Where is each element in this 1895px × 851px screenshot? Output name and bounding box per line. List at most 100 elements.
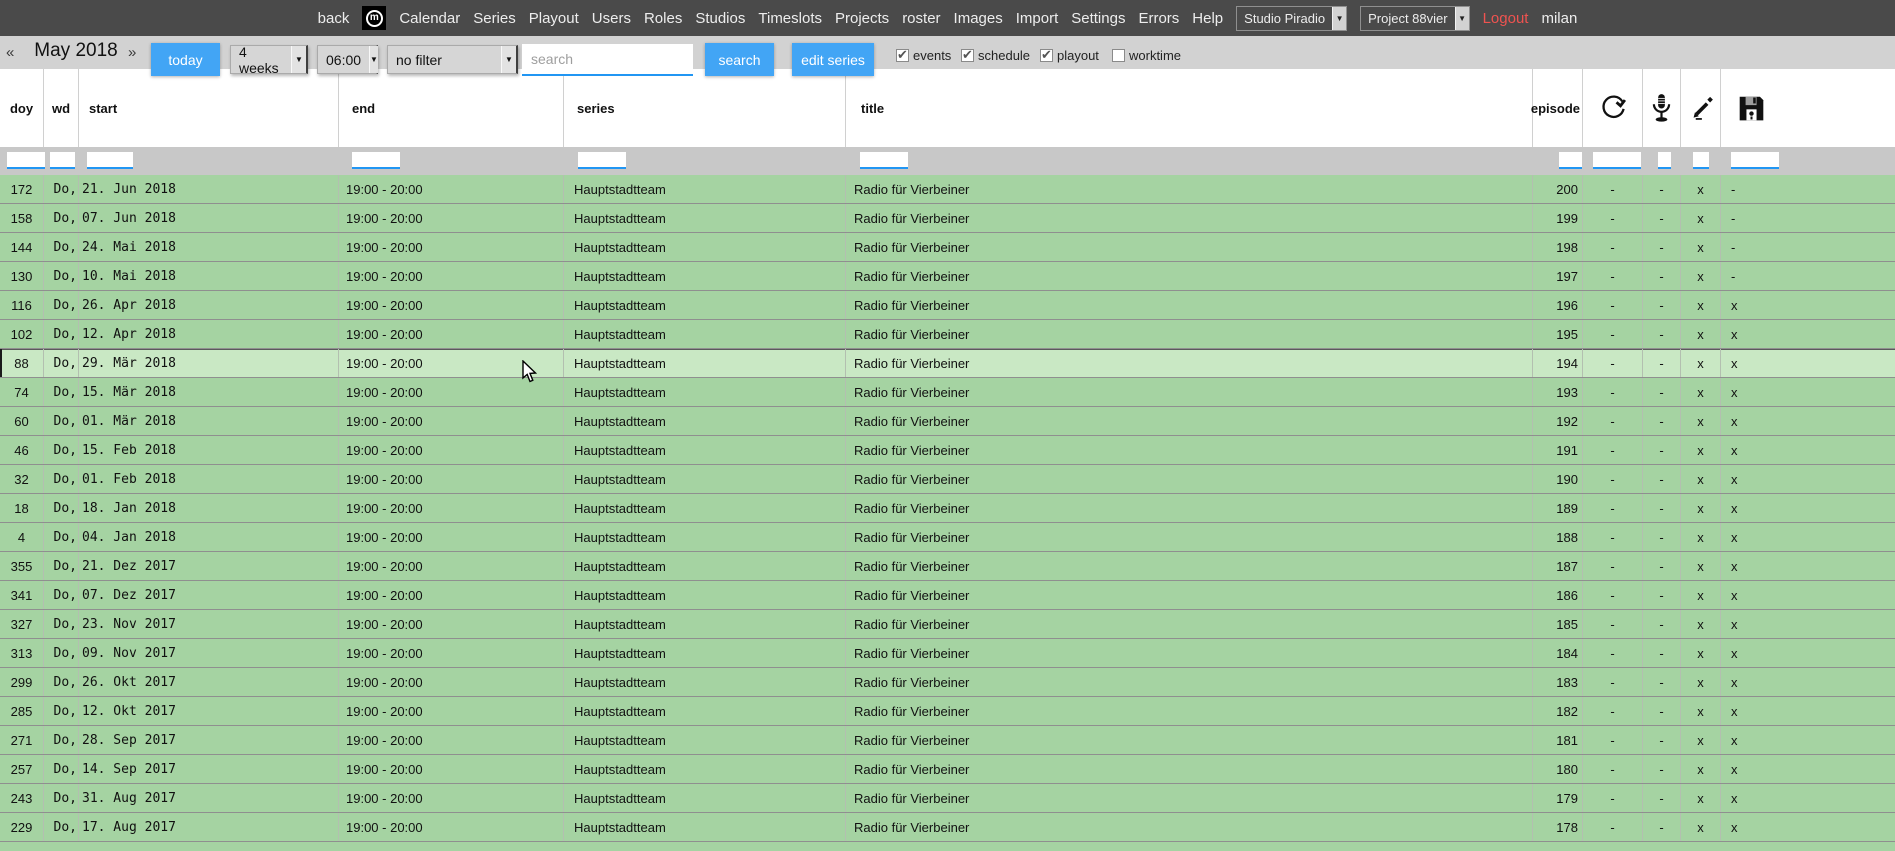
column-header-title[interactable]: title — [845, 69, 1532, 147]
row-title: Radio für Vierbeiner — [845, 668, 1532, 696]
table-row[interactable]: 32 Do, 01. Feb 2018 19:00 - 20:00 Haupts… — [0, 465, 1895, 494]
previous-month-button[interactable]: « — [6, 44, 14, 61]
nav-item-settings[interactable]: Settings — [1071, 10, 1125, 27]
worktime-checkbox[interactable]: worktime — [1112, 48, 1181, 63]
project-select[interactable]: Project 88vier ▼ — [1360, 6, 1469, 31]
row-weekday: Do, — [43, 291, 78, 319]
row-saved-flag: x — [1720, 465, 1895, 493]
schedule-checkbox[interactable]: schedule — [961, 48, 1030, 63]
nav-item-timeslots[interactable]: Timeslots — [758, 10, 822, 27]
table-row[interactable]: 116 Do, 26. Apr 2018 19:00 - 20:00 Haupt… — [0, 291, 1895, 320]
pencil-icon[interactable] — [1680, 69, 1720, 147]
row-episode: 178 — [1532, 813, 1582, 841]
nav-item-images[interactable]: Images — [954, 10, 1003, 27]
checkbox-box[interactable] — [1112, 49, 1125, 62]
filter-series-input[interactable] — [578, 152, 626, 169]
filter-doy-input[interactable] — [7, 152, 45, 169]
table-row[interactable]: 229 Do, 17. Aug 2017 19:00 - 20:00 Haupt… — [0, 813, 1895, 842]
table-row[interactable]: 4 Do, 04. Jan 2018 19:00 - 20:00 Hauptst… — [0, 523, 1895, 552]
checkbox-box[interactable] — [961, 49, 974, 62]
checkbox-box[interactable] — [896, 49, 909, 62]
table-row[interactable]: 46 Do, 15. Feb 2018 19:00 - 20:00 Haupts… — [0, 436, 1895, 465]
column-header-end[interactable]: end — [338, 69, 563, 147]
nav-item-errors[interactable]: Errors — [1138, 10, 1179, 27]
next-month-button[interactable]: » — [128, 44, 136, 61]
search-button[interactable]: search — [705, 43, 774, 76]
filter-episode-input[interactable] — [1559, 152, 1582, 169]
search-input[interactable] — [522, 44, 693, 76]
checkbox-box[interactable] — [1040, 49, 1053, 62]
filter-start-input[interactable] — [87, 152, 133, 169]
filter-select[interactable]: no filter ▼ — [387, 45, 518, 74]
row-recording-flag: - — [1642, 494, 1680, 522]
column-header-series[interactable]: series — [563, 69, 845, 147]
table-row[interactable]: 60 Do, 01. Mär 2018 19:00 - 20:00 Haupts… — [0, 407, 1895, 436]
table-row[interactable]: 102 Do, 12. Apr 2018 19:00 - 20:00 Haupt… — [0, 320, 1895, 349]
table-row[interactable]: 271 Do, 28. Sep 2017 19:00 - 20:00 Haupt… — [0, 726, 1895, 755]
table-row[interactable]: 172 Do, 21. Jun 2018 19:00 - 20:00 Haupt… — [0, 175, 1895, 204]
row-repeat-flag: - — [1582, 668, 1642, 696]
column-header-episode[interactable]: episode — [1532, 69, 1582, 147]
table-row[interactable]: 243 Do, 31. Aug 2017 19:00 - 20:00 Haupt… — [0, 784, 1895, 813]
chevron-down-icon: ▼ — [1455, 7, 1469, 30]
nav-item-import[interactable]: Import — [1016, 10, 1059, 27]
filter-wd-input[interactable] — [50, 152, 75, 169]
table-row[interactable]: 299 Do, 26. Okt 2017 19:00 - 20:00 Haupt… — [0, 668, 1895, 697]
filter-recording-input[interactable] — [1658, 152, 1671, 169]
table-row[interactable]: 144 Do, 24. Mai 2018 19:00 - 20:00 Haupt… — [0, 233, 1895, 262]
nav-item-roster[interactable]: roster — [902, 10, 940, 27]
filter-saved-input[interactable] — [1731, 152, 1779, 169]
column-header-start[interactable]: start — [78, 69, 338, 147]
row-saved-flag: - — [1720, 233, 1895, 261]
nav-item-users[interactable]: Users — [592, 10, 631, 27]
nav-item-projects[interactable]: Projects — [835, 10, 889, 27]
today-button[interactable]: today — [151, 43, 220, 76]
filter-title-input[interactable] — [860, 152, 908, 169]
edit-series-button[interactable]: edit series — [792, 43, 874, 76]
nav-item-roles[interactable]: Roles — [644, 10, 682, 27]
table-row[interactable]: 285 Do, 12. Okt 2017 19:00 - 20:00 Haupt… — [0, 697, 1895, 726]
row-doy: 32 — [0, 465, 43, 493]
nav-item-help[interactable]: Help — [1192, 10, 1223, 27]
nav-back-link[interactable]: back — [318, 10, 350, 27]
filter-end-input[interactable] — [352, 152, 400, 169]
table-row[interactable]: 355 Do, 21. Dez 2017 19:00 - 20:00 Haupt… — [0, 552, 1895, 581]
microphone-icon[interactable] — [1642, 69, 1680, 147]
nav-item-playout[interactable]: Playout — [529, 10, 579, 27]
playout-checkbox[interactable]: playout — [1040, 48, 1099, 63]
row-start-date: 24. Mai 2018 — [78, 233, 338, 261]
table-row[interactable]: 158 Do, 07. Jun 2018 19:00 - 20:00 Haupt… — [0, 204, 1895, 233]
table-row[interactable]: 130 Do, 10. Mai 2018 19:00 - 20:00 Haupt… — [0, 262, 1895, 291]
logout-link[interactable]: Logout — [1483, 10, 1529, 27]
range-select[interactable]: 4 weeks ▼ — [230, 45, 308, 74]
table-row[interactable]: 313 Do, 09. Nov 2017 19:00 - 20:00 Haupt… — [0, 639, 1895, 668]
row-time-range: 19:00 - 20:00 — [338, 581, 563, 609]
column-header-doy[interactable]: doy — [0, 69, 43, 147]
save-disk-icon[interactable] — [1720, 69, 1895, 147]
app-logo-icon[interactable]: m — [362, 6, 386, 30]
partial-table-row[interactable] — [0, 842, 1895, 851]
events-checkbox[interactable]: events — [896, 48, 951, 63]
repeat-icon[interactable] — [1582, 69, 1642, 147]
nav-item-series[interactable]: Series — [473, 10, 516, 27]
start-time-select[interactable]: 06:00 ▼ — [317, 45, 378, 74]
table-row[interactable]: 18 Do, 18. Jan 2018 19:00 - 20:00 Haupts… — [0, 494, 1895, 523]
row-recording-flag: - — [1642, 813, 1680, 841]
nav-item-calendar[interactable]: Calendar — [399, 10, 460, 27]
row-time-range: 19:00 - 20:00 — [338, 813, 563, 841]
table-row[interactable]: 88 Do, 29. Mär 2018 19:00 - 20:00 Haupts… — [0, 349, 1895, 378]
row-doy: 285 — [0, 697, 43, 725]
nav-item-studios[interactable]: Studios — [695, 10, 745, 27]
row-episode: 184 — [1532, 639, 1582, 667]
table-row[interactable]: 327 Do, 23. Nov 2017 19:00 - 20:00 Haupt… — [0, 610, 1895, 639]
row-start-date: 31. Aug 2017 — [78, 784, 338, 812]
studio-select[interactable]: Studio Piradio ▼ — [1236, 6, 1347, 31]
table-row[interactable]: 74 Do, 15. Mär 2018 19:00 - 20:00 Haupts… — [0, 378, 1895, 407]
column-header-wd[interactable]: wd — [43, 69, 78, 147]
filter-edited-input[interactable] — [1693, 152, 1709, 169]
table-row[interactable]: 341 Do, 07. Dez 2017 19:00 - 20:00 Haupt… — [0, 581, 1895, 610]
row-saved-flag: x — [1720, 552, 1895, 580]
table-row[interactable]: 257 Do, 14. Sep 2017 19:00 - 20:00 Haupt… — [0, 755, 1895, 784]
row-recording-flag: - — [1642, 233, 1680, 261]
filter-repeat-input[interactable] — [1593, 152, 1641, 169]
